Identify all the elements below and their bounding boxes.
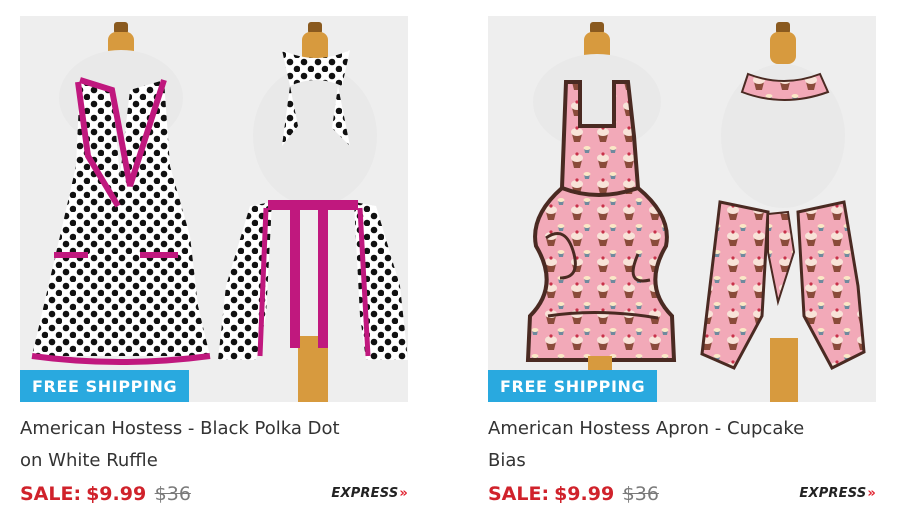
product-image-cupcake-apron[interactable]: FREE SHIPPING [488, 16, 876, 402]
express-label: EXPRESS [331, 486, 399, 501]
sale-label: SALE: [20, 483, 82, 505]
polka-dot-apron-image [31, 22, 408, 402]
price-row: SALE: $9.99 $36 EXPRESS» [20, 483, 408, 511]
sale-label: SALE: [488, 483, 550, 505]
express-label: EXPRESS [799, 486, 867, 501]
product-title-line: American Hostess Apron - Cupcake [488, 418, 805, 439]
original-price: $36 [622, 483, 659, 505]
chevron-right-icon: » [399, 486, 408, 501]
cupcake-apron-image [525, 22, 866, 402]
express-shipping-logo: EXPRESS» [331, 486, 408, 501]
product-image-polka-dot-apron[interactable]: FREE SHIPPING [20, 16, 408, 402]
sale-price: $9.99 [86, 483, 147, 505]
chevron-right-icon: » [867, 486, 876, 501]
product-card[interactable]: FREE SHIPPING American Hostess - Black P… [20, 16, 408, 516]
price-row: SALE: $9.99 $36 EXPRESS» [488, 483, 876, 511]
free-shipping-badge: FREE SHIPPING [20, 370, 190, 402]
product-title-link[interactable]: American Hostess Apron - Cupcake Bias [488, 413, 876, 477]
product-card[interactable]: FREE SHIPPING American Hostess Apron - C… [488, 16, 876, 516]
product-title-line: American Hostess - Black Polka Dot [20, 418, 340, 439]
product-title-line: Bias [488, 450, 526, 471]
product-title-link[interactable]: American Hostess - Black Polka Dot on Wh… [20, 413, 408, 477]
product-title-line: on White Ruffle [20, 450, 158, 471]
free-shipping-badge: FREE SHIPPING [488, 370, 658, 402]
sale-price: $9.99 [554, 483, 615, 505]
original-price: $36 [154, 483, 191, 505]
express-shipping-logo: EXPRESS» [799, 486, 876, 501]
